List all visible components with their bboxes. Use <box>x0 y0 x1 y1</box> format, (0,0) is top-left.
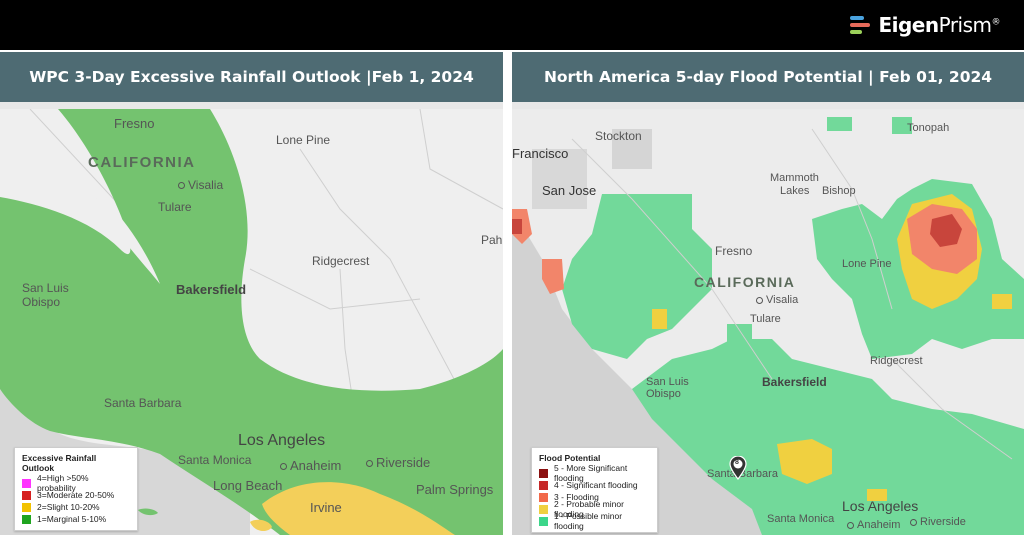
place-stockton: Stockton <box>595 129 642 143</box>
place-mammoth-2: Lakes <box>780 185 810 197</box>
place-santa-monica: Santa Monica <box>178 453 252 467</box>
legend-item: 2=Slight 10-20% <box>22 501 129 513</box>
place-san-luis-1: San Luis <box>646 376 689 388</box>
place-tulare: Tulare <box>158 200 192 214</box>
rainfall-legend: Excessive Rainfall Outlook 4=High >50% p… <box>14 447 138 531</box>
left-map-panel: WPC 3-Day Excessive Rainfall Outlook |Fe… <box>0 52 503 535</box>
place-san-jose: San Jose <box>542 183 597 198</box>
legend-swatch <box>539 516 548 526</box>
place-palm-springs: Palm Springs <box>416 482 494 497</box>
place-los-angeles: Los Angeles <box>842 498 919 514</box>
eigenprism-logo: EigenPrism® <box>850 12 1000 38</box>
place-anaheim: Anaheim <box>847 520 900 531</box>
place-los-angeles: Los Angeles <box>238 432 326 449</box>
state-label-california: CALIFORNIA <box>694 274 796 290</box>
legend-title: Excessive Rainfall Outlook <box>22 453 97 473</box>
legend-item: 5 - More Significant flooding <box>539 463 649 483</box>
place-anaheim: Anaheim <box>280 459 341 472</box>
legend-swatch <box>22 514 31 524</box>
place-bishop: Bishop <box>822 185 856 197</box>
place-riverside: Riverside <box>366 456 430 469</box>
place-irvine: Irvine <box>310 500 342 515</box>
legend-item: 4 - Significant flooding <box>539 479 649 491</box>
place-lone-pine: Lone Pine <box>842 258 892 270</box>
logo-mark-icon <box>850 16 872 34</box>
right-panel-title: North America 5-day Flood Potential | Fe… <box>512 52 1024 102</box>
state-label-california: CALIFORNIA <box>88 154 196 171</box>
flood-legend: Flood Potential 5 - More Significant flo… <box>531 447 658 533</box>
place-bakersfield: Bakersfield <box>176 282 247 297</box>
legend-item: 4=High >50% probability <box>22 473 129 493</box>
pin-label: 8 <box>735 459 739 466</box>
place-lone-pine: Lone Pine <box>276 133 331 147</box>
legend-swatch <box>539 492 548 502</box>
place-san-luis-2: Obispo <box>22 295 61 309</box>
flood-potential-map[interactable]: Stockton Tonopah Francisco San Jose Mamm… <box>512 109 1024 535</box>
place-visalia: Visalia <box>756 295 798 306</box>
place-san-luis-1: San Luis <box>22 281 69 295</box>
place-pah: Pah <box>481 233 503 247</box>
legend-swatch <box>22 490 31 500</box>
place-santa-monica: Santa Monica <box>767 513 835 525</box>
top-bar: EigenPrism® <box>0 0 1024 50</box>
legend-item: 1 - Possible minor flooding <box>539 511 649 531</box>
place-ridgecrest: Ridgecrest <box>870 355 923 367</box>
logo-text: EigenPrism® <box>878 13 1000 37</box>
rainfall-outlook-map[interactable]: Fresno Lone Pine CALIFORNIA Visalia Tula… <box>0 109 503 535</box>
place-bakersfield: Bakersfield <box>762 375 827 389</box>
place-tulare: Tulare <box>750 313 781 325</box>
place-ridgecrest: Ridgecrest <box>312 254 370 268</box>
place-fresno: Fresno <box>114 116 155 131</box>
place-visalia: Visalia <box>178 179 223 191</box>
legend-swatch <box>539 504 548 514</box>
place-riverside: Riverside <box>910 517 966 528</box>
legend-item: 1=Marginal 5-10% <box>22 513 129 525</box>
legend-title: Flood Potential <box>539 453 601 463</box>
legend-swatch <box>22 478 31 488</box>
legend-swatch <box>22 502 31 512</box>
panel-divider <box>503 50 512 535</box>
place-long-beach: Long Beach <box>213 478 283 493</box>
place-mammoth-1: Mammoth <box>770 172 819 184</box>
left-panel-title: WPC 3-Day Excessive Rainfall Outlook |Fe… <box>0 52 503 102</box>
place-santa-barbara: Santa Barbara <box>104 396 182 410</box>
right-map-panel: North America 5-day Flood Potential | Fe… <box>512 52 1024 535</box>
legend-swatch <box>539 468 548 478</box>
location-pin-icon[interactable]: 8 <box>729 456 747 480</box>
legend-swatch <box>539 480 548 490</box>
place-fresno: Fresno <box>715 244 753 258</box>
place-tonopah: Tonopah <box>907 122 950 134</box>
legend-item: 3=Moderate 20-50% <box>22 489 129 501</box>
place-san-luis-2: Obispo <box>646 388 681 400</box>
place-francisco: Francisco <box>512 146 569 161</box>
